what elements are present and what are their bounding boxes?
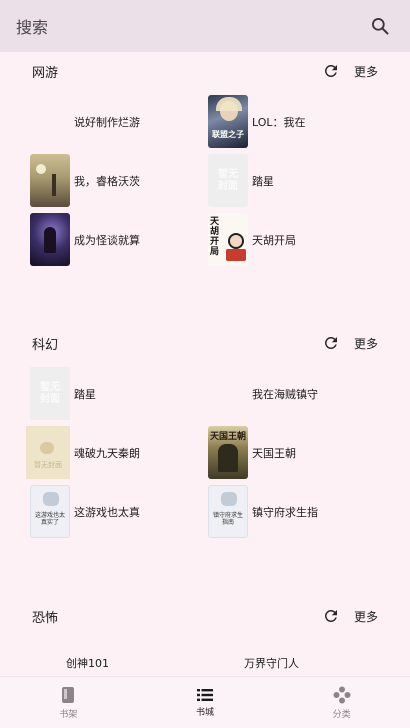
book-item[interactable]: 我，睿格沃茨 [30, 154, 208, 207]
book-grid: 创神101 万界守门人 [0, 649, 410, 676]
book-title: 魂破九天秦朗 [74, 446, 140, 460]
book-title: 踏星 [74, 387, 96, 401]
nav-bookshelf[interactable]: 书架 [0, 677, 137, 728]
cover-text: 暂无封面 [40, 381, 60, 405]
more-button[interactable]: 更多 [354, 608, 378, 625]
cover-text: 这游戏也太真实了 [34, 512, 65, 526]
nav-category[interactable]: 分类 [273, 677, 410, 728]
top-app-bar: 搜索 [0, 0, 410, 52]
refresh-button[interactable] [320, 332, 342, 354]
search-title[interactable]: 搜索 [16, 14, 366, 38]
refresh-button[interactable] [320, 605, 342, 627]
cover-text: 镇守府求生指南 [212, 512, 243, 526]
cover-text: 暂无封面 [34, 461, 62, 469]
book-cover: 暂无封面 [208, 154, 248, 207]
section-header: 网游 更多 [0, 52, 410, 90]
book-title: 天胡开局 [252, 233, 296, 247]
nav-label: 分类 [332, 709, 351, 720]
book-cover: 联盟之子 [208, 95, 248, 148]
book-title: 我，睿格沃茨 [74, 174, 140, 188]
more-button[interactable]: 更多 [354, 63, 378, 80]
nav-bookstore[interactable]: 书城 [137, 677, 274, 728]
book-item[interactable]: 这游戏也太真实了 这游戏也太真 [30, 485, 208, 538]
book-item[interactable]: 万界守门人 [208, 649, 386, 676]
book-grid: 说好制作烂游 联盟之子 LOL：我在 我，睿格沃茨 暂无封面 踏星 成为怪谈就算… [0, 95, 410, 266]
section-header: 恐怖 更多 [0, 597, 410, 635]
list-icon [197, 688, 213, 701]
book-cover [30, 95, 70, 148]
section-kehuan: 科幻 更多 暂无封面 踏星 我在海贼镇守 暂无封面 魂破九天秦朗 天国王朝 天国… [0, 324, 410, 538]
book-cover: 镇守府求生指南 [208, 485, 248, 538]
book-item[interactable]: 创神101 [30, 649, 208, 676]
book-title: 万界守门人 [244, 657, 299, 670]
section-title: 恐怖 [32, 610, 59, 626]
book-item[interactable]: 暂无封面 踏星 [208, 154, 386, 207]
section-wangyou: 网游 更多 说好制作烂游 联盟之子 LOL：我在 我，睿格沃茨 暂无封面 踏星 … [0, 52, 410, 266]
refresh-icon [324, 610, 337, 622]
nav-label: 书城 [196, 707, 215, 718]
book-cover: 暂无封面 [30, 367, 70, 420]
cover-text: 联盟之子 [212, 130, 244, 139]
book-item[interactable]: 我在海贼镇守 [208, 367, 386, 420]
book-cover [208, 367, 248, 420]
more-button[interactable]: 更多 [354, 335, 378, 352]
book-cover: 暂无封面 [26, 426, 70, 479]
refresh-button[interactable] [320, 60, 342, 82]
cover-text: 暂无封面 [218, 168, 238, 192]
book-title: 镇守府求生指 [252, 505, 318, 519]
section-title: 科幻 [32, 337, 59, 353]
category-icon [333, 686, 351, 703]
book-item[interactable]: 天国王朝 天国王朝 [208, 426, 386, 479]
nav-label: 书架 [59, 709, 78, 720]
book-cover: 天国王朝 [208, 426, 248, 479]
book-item[interactable]: 镇守府求生指南 镇守府求生指 [208, 485, 386, 538]
book-cover: 天胡开局 [208, 213, 248, 266]
book-cover [208, 653, 240, 673]
section-header: 科幻 更多 [0, 324, 410, 362]
search-button[interactable] [366, 12, 394, 40]
book-title: 我在海贼镇守 [252, 387, 318, 401]
book-title: 说好制作烂游 [74, 115, 140, 129]
book-title: LOL：我在 [252, 115, 306, 129]
section-title: 网游 [32, 65, 59, 81]
book-title: 成为怪谈就算 [74, 233, 140, 247]
book-cover: 这游戏也太真实了 [30, 485, 70, 538]
book-title: 这游戏也太真 [74, 505, 140, 519]
search-icon [372, 18, 389, 35]
book-title: 踏星 [252, 174, 274, 188]
bookstore-content[interactable]: 网游 更多 说好制作烂游 联盟之子 LOL：我在 我，睿格沃茨 暂无封面 踏星 … [0, 52, 410, 676]
book-cover [30, 653, 62, 673]
book-item[interactable]: 暂无封面 魂破九天秦朗 [26, 426, 208, 479]
section-kongbu: 恐怖 更多 创神101 万界守门人 [0, 597, 410, 676]
book-item[interactable]: 成为怪谈就算 [30, 213, 208, 266]
book-item[interactable]: 暂无封面 踏星 [30, 367, 208, 420]
cover-text: 天胡开局 [210, 217, 220, 257]
bottom-navigation: 书架 书城 分类 [0, 676, 410, 728]
book-cover [30, 213, 70, 266]
refresh-icon [324, 337, 337, 349]
book-item[interactable]: 天胡开局 天胡开局 [208, 213, 386, 266]
refresh-icon [324, 64, 337, 77]
book-cover [30, 154, 70, 207]
book-title: 天国王朝 [252, 446, 296, 460]
bookshelf-icon [62, 686, 75, 703]
book-grid: 暂无封面 踏星 我在海贼镇守 暂无封面 魂破九天秦朗 天国王朝 天国王朝 这游戏… [0, 367, 410, 538]
book-item[interactable]: 联盟之子 LOL：我在 [208, 95, 386, 148]
cover-text: 天国王朝 [209, 432, 246, 442]
book-item[interactable]: 说好制作烂游 [30, 95, 208, 148]
book-title: 创神101 [66, 657, 109, 670]
